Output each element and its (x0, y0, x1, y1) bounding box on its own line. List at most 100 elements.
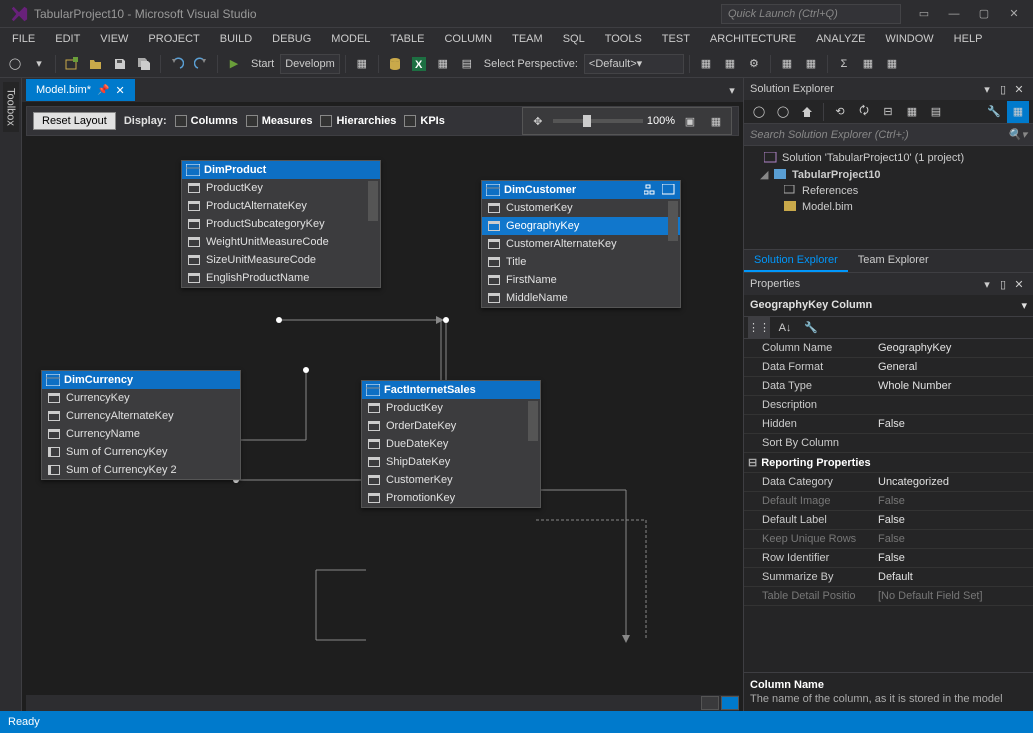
tool-group-btn[interactable]: ▦ (776, 53, 798, 75)
document-tab-model[interactable]: Model.bim* 📌 ✕ (26, 79, 135, 101)
calc-icon[interactable]: ▤ (456, 53, 478, 75)
maximize-button[interactable]: ▢ (969, 3, 999, 25)
property-row[interactable]: Column NameGeographyKey (744, 339, 1033, 358)
column-row[interactable]: GeographyKey (482, 217, 680, 235)
dropdown-icon[interactable]: ▾ (979, 83, 995, 96)
notification-icon[interactable]: ▭ (909, 3, 939, 25)
menu-model[interactable]: MODEL (321, 31, 380, 47)
column-row[interactable]: CurrencyAlternateKey (42, 407, 240, 425)
toolbox-tab[interactable]: Toolbox (3, 82, 19, 132)
open-button[interactable] (85, 53, 107, 75)
table-dimproduct[interactable]: DimProduct ProductKey ProductAlternateKe… (181, 160, 381, 288)
menu-help[interactable]: HELP (944, 31, 993, 47)
column-row[interactable]: CurrencyKey (42, 389, 240, 407)
solution-search-input[interactable]: Search Solution Explorer (Ctrl+;) 🔍 ▾ (744, 124, 1033, 146)
quick-launch-input[interactable]: Quick Launch (Ctrl+Q) (721, 4, 901, 24)
undo-button[interactable] (166, 53, 188, 75)
measure-row[interactable]: Sum of CurrencyKey (42, 443, 240, 461)
property-row[interactable]: Summarize ByDefault (744, 568, 1033, 587)
model-file-node[interactable]: Model.bim (746, 199, 1031, 215)
column-row[interactable]: Title (482, 253, 680, 271)
property-row[interactable]: Data FormatGeneral (744, 358, 1033, 377)
column-row[interactable]: ShipDateKey (362, 453, 540, 471)
menu-build[interactable]: BUILD (210, 31, 262, 47)
references-node[interactable]: References (746, 183, 1031, 199)
column-row[interactable]: PromotionKey (362, 489, 540, 507)
alphabetical-button[interactable]: A↓ (774, 317, 796, 339)
column-row[interactable]: CustomerAlternateKey (482, 235, 680, 253)
project-node[interactable]: ◢TabularProject10 (746, 166, 1031, 183)
tree-icon[interactable] (644, 184, 658, 196)
sync-button[interactable]: ⟲ (829, 101, 851, 123)
property-row[interactable]: Description (744, 396, 1033, 415)
preview-button[interactable]: 🔧 (983, 101, 1005, 123)
dropdown-icon[interactable]: ▾ (979, 278, 995, 291)
close-icon[interactable]: ✕ (1011, 278, 1027, 291)
redo-button[interactable] (190, 53, 212, 75)
menu-test[interactable]: TEST (652, 31, 700, 47)
save-all-button[interactable] (133, 53, 155, 75)
close-icon[interactable]: ✕ (1011, 83, 1027, 96)
diagram-view-button[interactable] (721, 696, 739, 710)
tab-team-explorer[interactable]: Team Explorer (848, 250, 939, 272)
scrollbar[interactable] (668, 201, 678, 241)
column-row[interactable]: WeightUnitMeasureCode (182, 233, 380, 251)
categorized-button[interactable]: ⋮⋮ (748, 317, 770, 339)
original-icon[interactable]: ▦ (705, 110, 727, 132)
menu-file[interactable]: FILE (2, 31, 45, 47)
menu-project[interactable]: PROJECT (138, 31, 209, 47)
column-row[interactable]: EnglishProductName (182, 269, 380, 287)
wrench-icon[interactable]: 🔧 (800, 317, 822, 339)
new-project-button[interactable] (61, 53, 83, 75)
column-row[interactable]: DueDateKey (362, 435, 540, 453)
zoom-slider[interactable] (553, 119, 643, 123)
tool-group-btn[interactable]: Σ (833, 53, 855, 75)
property-row[interactable]: Sort By Column (744, 434, 1033, 453)
property-row[interactable]: Data CategoryUncategorized (744, 473, 1033, 492)
column-row[interactable]: FirstName (482, 271, 680, 289)
collapse-button[interactable]: ⊟ (877, 101, 899, 123)
view-button[interactable]: ▦ (1007, 101, 1029, 123)
show-all-button[interactable]: ▦ (901, 101, 923, 123)
pin-icon[interactable]: ▯ (995, 278, 1011, 291)
property-row[interactable]: Default LabelFalse (744, 511, 1033, 530)
menu-table[interactable]: TABLE (380, 31, 434, 47)
config-dropdown[interactable]: Developm (280, 54, 340, 74)
table-icon[interactable]: ▦ (432, 53, 454, 75)
table-factinternetsales[interactable]: FactInternetSales ProductKey OrderDateKe… (361, 380, 541, 508)
properties-button[interactable]: ▤ (925, 101, 947, 123)
nav-fwd-button[interactable]: ▾ (28, 53, 50, 75)
columns-checkbox[interactable]: Columns (175, 115, 238, 127)
tool-group-btn[interactable]: ▦ (695, 53, 717, 75)
menu-view[interactable]: VIEW (90, 31, 138, 47)
tool-group-btn[interactable]: ▦ (857, 53, 879, 75)
menu-tools[interactable]: TOOLS (595, 31, 652, 47)
property-row[interactable]: Default ImageFalse (744, 492, 1033, 511)
tool-group-btn[interactable]: ▦ (881, 53, 903, 75)
menu-column[interactable]: COLUMN (434, 31, 502, 47)
diagram-canvas[interactable]: DimProduct ProductKey ProductAlternateKe… (26, 140, 739, 707)
reset-layout-button[interactable]: Reset Layout (33, 112, 116, 130)
pin-icon[interactable]: ▯ (995, 83, 1011, 96)
column-row[interactable]: CurrencyName (42, 425, 240, 443)
column-row[interactable]: ProductKey (362, 399, 540, 417)
column-row[interactable]: OrderDateKey (362, 417, 540, 435)
expand-icon[interactable] (662, 184, 676, 196)
column-row[interactable]: ProductKey (182, 179, 380, 197)
table-dimcurrency[interactable]: DimCurrency CurrencyKey CurrencyAlternat… (41, 370, 241, 480)
solution-node[interactable]: Solution 'TabularProject10' (1 project) (746, 150, 1031, 166)
kpis-checkbox[interactable]: KPIs (404, 115, 444, 127)
scrollbar[interactable] (528, 401, 538, 441)
pin-icon[interactable]: 📌 (97, 85, 109, 96)
fit-icon[interactable]: ▣ (679, 110, 701, 132)
save-button[interactable] (109, 53, 131, 75)
horizontal-scrollbar[interactable] (26, 695, 739, 711)
property-row[interactable]: Data TypeWhole Number (744, 377, 1033, 396)
fwd-button[interactable]: ◯ (772, 101, 794, 123)
column-row[interactable]: CustomerKey (362, 471, 540, 489)
tool-btn[interactable]: ▦ (351, 53, 373, 75)
minimize-button[interactable]: — (939, 3, 969, 25)
property-row[interactable]: Table Detail Positio[No Default Field Se… (744, 587, 1033, 606)
nav-back-button[interactable]: ◯ (4, 53, 26, 75)
menu-analyze[interactable]: ANALYZE (806, 31, 875, 47)
